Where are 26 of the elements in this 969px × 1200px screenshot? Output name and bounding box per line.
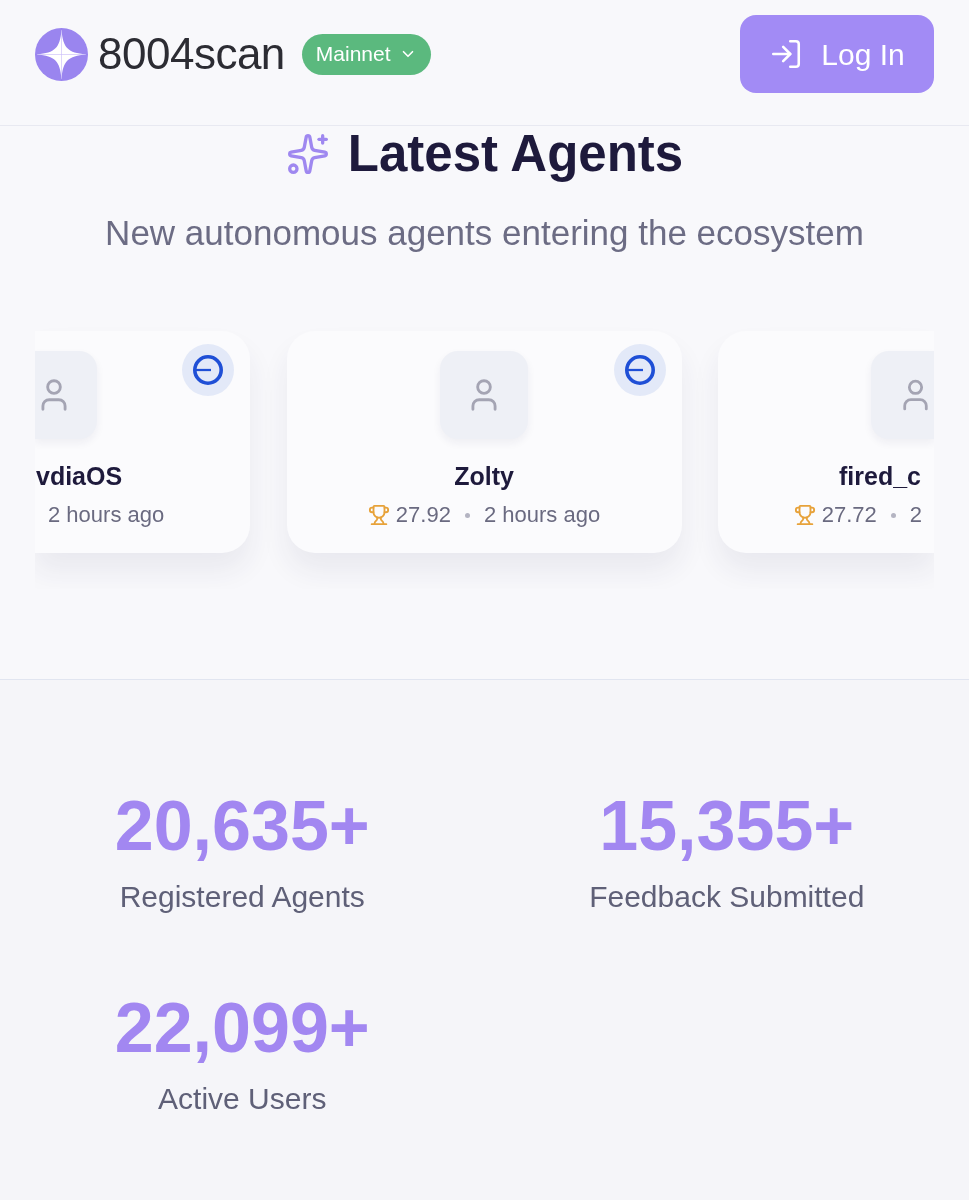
agent-time: 2 hours ago [483, 501, 601, 529]
section-subtitle: New autonomous agents entering the ecosystem [104, 212, 865, 254]
agent-card[interactable]: fired_c 27.72 2 [718, 331, 934, 553]
stat-value: 15,355+ [599, 791, 855, 861]
trophy-icon [367, 504, 390, 526]
logo-text[interactable]: 8004scan [98, 28, 285, 80]
user-avatar-icon [440, 351, 528, 439]
user-avatar-icon [871, 351, 934, 439]
agent-name: Zolty [454, 462, 514, 490]
stat-label: Feedback Submitted [589, 879, 865, 915]
agent-name: vdiaOS [36, 462, 123, 490]
stat-label: Registered Agents [119, 879, 365, 915]
agent-name: fired_c [839, 462, 921, 490]
logo-icon [35, 27, 88, 81]
stat-label: Active Users [158, 1081, 327, 1117]
agent-card[interactable]: vdiaOS 2 hours ago [35, 331, 250, 553]
agent-card[interactable]: Zolty 27.92 2 hours ago [286, 331, 682, 553]
agent-time: 2 [909, 501, 922, 529]
user-avatar-icon [35, 351, 97, 439]
trophy-icon [793, 504, 816, 526]
stat-value: 20,635+ [114, 791, 370, 861]
agent-score: 27.72 [821, 501, 877, 529]
sparkle-icon [285, 131, 330, 176]
stat-value: 22,099+ [114, 993, 370, 1063]
agent-time: 2 hours ago [48, 501, 165, 529]
agent-score: 27.92 [395, 501, 451, 529]
